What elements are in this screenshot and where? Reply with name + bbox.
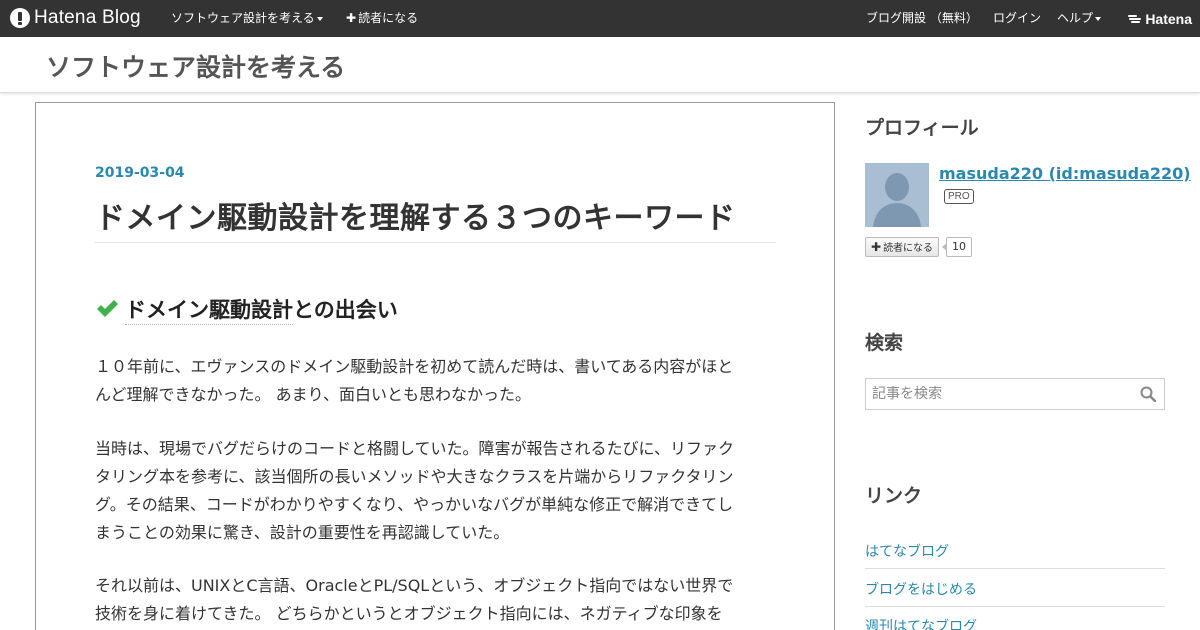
paragraph-line: タリング本を参考に、該当個所の長いメソッドや大きなクラスを片端からリファクタリン [95, 467, 734, 486]
hatena-logo-icon [1128, 14, 1142, 24]
search-heading: 検索 [865, 332, 904, 354]
section-heading-keyword[interactable]: ドメイン駆動設計 [125, 294, 293, 325]
hatena-blog-logo-icon [10, 8, 30, 28]
caret-down-icon [1095, 16, 1102, 21]
reader-count: 10 [942, 237, 972, 257]
plus-icon: ✚ [871, 240, 882, 254]
sidebar-link[interactable]: はてなブログ [865, 541, 1165, 561]
title-divider [95, 242, 776, 243]
links-heading: リンク [865, 485, 923, 507]
caret-down-icon [316, 16, 323, 21]
entry-title[interactable]: ドメイン駆動設計を理解する３つのキーワード [95, 193, 775, 237]
sidebar-subscribe-label: 読者になる [883, 243, 934, 254]
blog-menu-label: ソフトウェア設計を考える [171, 11, 315, 25]
hatena-label: Hatena [1145, 10, 1192, 27]
section-heading: ドメイン駆動設計 との出会い [95, 294, 398, 325]
blog-menu-dropdown[interactable]: ソフトウェア設計を考える [171, 0, 323, 37]
paragraph-line: 当時は、現場でバグだらけのコードと格闘していた。障害が報告されるたびに、リファク [95, 439, 735, 458]
plus-icon: ✚ [346, 11, 357, 25]
hatena-blog-logo[interactable]: Hatena Blog [10, 7, 141, 29]
link-divider [865, 606, 1165, 607]
hatena-link[interactable]: Hatena [1128, 0, 1192, 37]
help-dropdown[interactable]: ヘルプ [1057, 0, 1102, 37]
blog-title[interactable]: ソフトウェア設計を考える [46, 48, 345, 84]
paragraph-line: まうことの効果に驚き、設計の重要性を再認識していた。 [95, 523, 510, 542]
logo-text: Hatena Blog [34, 7, 141, 28]
paragraph-line: 技術を身に着けてきた。 どちらかというとオブジェクト指向には、ネガティブな印象を [95, 604, 723, 623]
paragraph-line: それ以前は、UNIXとC言語、OracleとPL/SQLという、オブジェクト指向… [95, 576, 734, 595]
paragraph-line: グ。その結果、コードがわかりやすくなり、やっかいなバグが単純な修正で解消できてし [95, 495, 734, 514]
help-label: ヘルプ [1057, 11, 1094, 25]
search-input[interactable] [866, 379, 1136, 409]
header-subscribe-button[interactable]: ✚ 読者になる [346, 0, 418, 37]
search-icon[interactable] [1140, 386, 1156, 402]
avatar-silhouette-icon [865, 163, 929, 227]
paragraph-line: １０年前に、エヴァンスのドメイン駆動設計を初めて読んだ時は、書いてある内容がほと [95, 357, 734, 376]
entry-article: 2019-03-04 ドメイン駆動設計を理解する３つのキーワード ドメイン駆動設… [35, 102, 835, 630]
paragraph: 当時は、現場でバグだらけのコードと格闘していた。障害が報告されるたびに、リファク… [95, 435, 785, 547]
search-box [865, 378, 1165, 410]
entry-date[interactable]: 2019-03-04 [95, 165, 185, 181]
check-icon [97, 300, 118, 317]
login-link[interactable]: ログイン [993, 0, 1041, 37]
paragraph-line: んど理解できなかった。 あまり、面白いとも思わなかった。 [95, 385, 531, 404]
paragraph: それ以前は、UNIXとC言語、OracleとPL/SQLという、オブジェクト指向… [95, 572, 785, 628]
profile-heading: プロフィール [865, 117, 979, 139]
global-header: Hatena Blog ソフトウェア設計を考える ✚ 読者になる ブログ開設 （無… [0, 0, 1200, 37]
avatar[interactable] [865, 163, 929, 227]
paragraph: １０年前に、エヴァンスのドメイン駆動設計を初めて読んだ時は、書いてある内容がほと… [95, 353, 785, 409]
link-divider [865, 568, 1165, 569]
header-subscribe-label: 読者になる [358, 11, 419, 25]
section-heading-rest: との出会い [293, 298, 398, 322]
open-blog-link[interactable]: ブログ開設 （無料） [866, 0, 978, 37]
profile-name-link[interactable]: masuda220 (id:masuda220) [939, 164, 1191, 183]
sidebar-subscribe-button[interactable]: ✚ 読者になる [865, 237, 940, 257]
pro-badge: PRO [944, 189, 974, 204]
sidebar-link[interactable]: ブログをはじめる [865, 579, 1165, 599]
sidebar-link[interactable]: 週刊はてなブログ [865, 616, 1165, 630]
blog-title-bar: ソフトウェア設計を考える [0, 37, 1200, 93]
